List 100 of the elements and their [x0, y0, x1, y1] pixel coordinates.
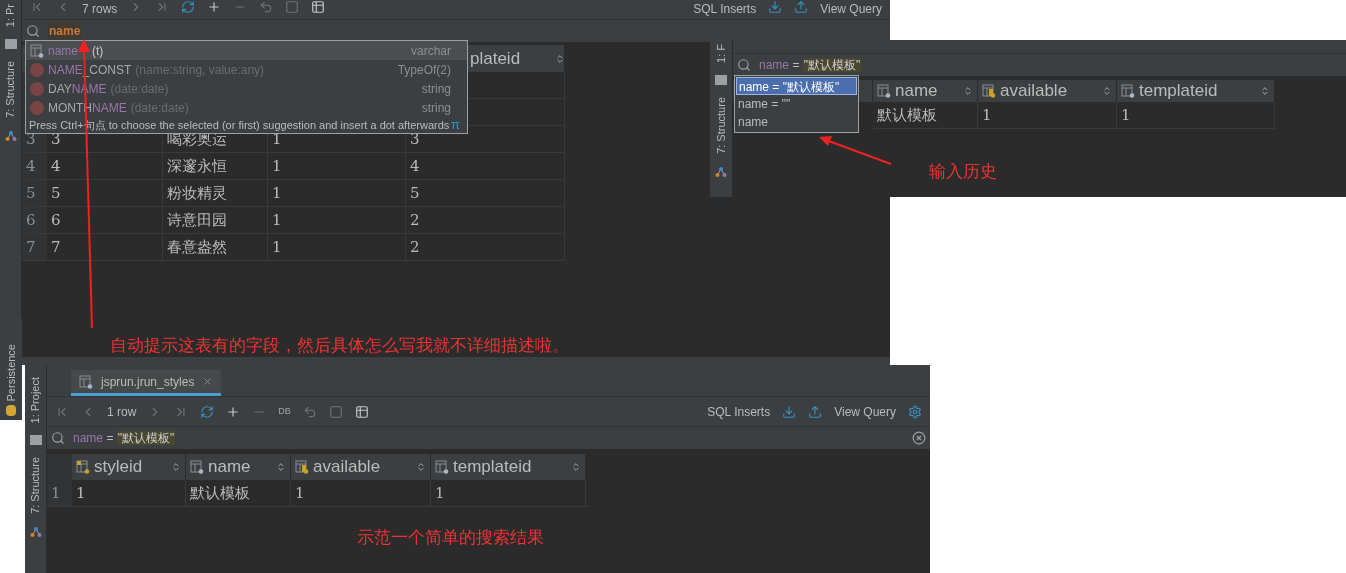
- add-row-icon[interactable]: [207, 0, 222, 14]
- table-cell-text: 默认模板: [877, 104, 937, 126]
- table-cell-text: 6: [51, 209, 61, 231]
- refresh-icon[interactable]: [200, 404, 215, 419]
- stop-icon[interactable]: [328, 404, 343, 419]
- sort-icon[interactable]: [276, 462, 286, 472]
- column-icon: [877, 84, 891, 98]
- add-row-icon[interactable]: [226, 404, 241, 419]
- row-number: 1: [51, 482, 61, 504]
- folder-icon: [715, 74, 727, 85]
- popup-hint-symbol[interactable]: π: [451, 115, 464, 135]
- suggestion-item[interactable]: name (t) varchar: [26, 41, 467, 60]
- upload-icon[interactable]: [808, 404, 823, 419]
- column-header[interactable]: name: [873, 80, 978, 102]
- table-cell-text: 1: [272, 236, 282, 258]
- filter-field[interactable]: name = "默认模板": [73, 429, 176, 447]
- sql-inserts-button[interactable]: SQL Inserts: [707, 402, 771, 421]
- sql-inserts-button[interactable]: SQL Inserts: [693, 0, 757, 18]
- function-icon: [30, 100, 44, 115]
- table-view-icon[interactable]: [354, 404, 369, 419]
- sort-icon[interactable]: [1260, 86, 1270, 96]
- table-cell-text: 诗意田园: [167, 209, 227, 231]
- indexed-column-icon: [982, 84, 996, 98]
- annotation: 示范一个简单的搜索结果: [357, 527, 544, 549]
- refresh-icon[interactable]: [181, 0, 196, 14]
- column-header[interactable]: available: [291, 454, 431, 480]
- column-icon: [190, 460, 204, 474]
- indexed-column-icon: [295, 460, 309, 474]
- table-cell-text: 1: [295, 482, 305, 504]
- history-item[interactable]: name: [736, 113, 857, 131]
- column-header[interactable]: templateid: [1117, 80, 1275, 102]
- clear-icon[interactable]: [912, 431, 926, 445]
- editor-tab[interactable]: jsprun.jrun_styles: [71, 370, 222, 396]
- table-cell-text: 1: [272, 155, 282, 177]
- function-icon: [30, 62, 44, 77]
- search-icon[interactable]: [51, 431, 65, 445]
- database-icon: [6, 405, 16, 416]
- folder-icon: [29, 435, 42, 446]
- table-cell-text: 粉妆精灵: [167, 182, 227, 204]
- table-cell-text: 5: [51, 182, 61, 204]
- side-tab[interactable]: 7: Structure: [27, 457, 44, 515]
- filter-field[interactable]: name = "默认模板": [759, 56, 862, 74]
- hierarchy-icon: [29, 526, 42, 539]
- download-icon[interactable]: [768, 0, 783, 14]
- column-header[interactable]: available: [978, 80, 1117, 102]
- side-tab[interactable]: 1: F: [712, 44, 730, 63]
- row-count: 7 rows: [82, 1, 118, 18]
- table-cell-text: 默认模板: [190, 482, 250, 504]
- view-query-button[interactable]: View Query: [834, 402, 896, 421]
- side-tab[interactable]: 1: Pr: [2, 4, 19, 28]
- side-tab[interactable]: 7: Structure: [2, 61, 19, 119]
- column-header[interactable]: name: [186, 454, 291, 480]
- column-header[interactable]: styleid: [72, 454, 186, 480]
- search-icon[interactable]: [737, 58, 751, 72]
- column-icon: [435, 460, 449, 474]
- column-header[interactable]: templateid: [431, 454, 586, 480]
- annotation: 自动提示这表有的字段，然后具体怎么写我就不详细描述啦。: [110, 335, 569, 357]
- sort-icon[interactable]: [416, 462, 426, 472]
- table-cell-text: 1: [272, 182, 282, 204]
- row-number: 4: [26, 155, 36, 177]
- side-tab[interactable]: 1: Project: [27, 377, 44, 424]
- hierarchy-icon: [715, 165, 727, 178]
- folder-icon: [4, 39, 17, 50]
- table-cell-text: 1: [272, 209, 282, 231]
- table-view-icon[interactable]: [311, 0, 326, 14]
- submit-button[interactable]: DB: [278, 407, 291, 416]
- table-cell-text: 1: [76, 482, 86, 504]
- hierarchy-icon: [4, 130, 17, 143]
- table-cell-text: 7: [51, 236, 61, 258]
- settings-icon[interactable]: [908, 404, 922, 419]
- side-tab[interactable]: 7: Structure: [712, 96, 730, 154]
- history-item[interactable]: name = "默认模板": [736, 77, 857, 95]
- close-icon[interactable]: [202, 376, 214, 387]
- row-number: 5: [26, 182, 36, 204]
- sort-icon[interactable]: [171, 462, 181, 472]
- sort-icon[interactable]: [963, 86, 973, 96]
- upload-icon[interactable]: [794, 0, 809, 14]
- annotation: 输入历史: [929, 161, 997, 183]
- column-header[interactable]: plateid: [470, 45, 521, 72]
- table-cell-text: 1: [435, 482, 445, 504]
- first-page-icon[interactable]: [30, 0, 44, 14]
- function-icon: [30, 81, 44, 96]
- search-icon[interactable]: [26, 24, 40, 38]
- sort-icon[interactable]: [571, 462, 581, 472]
- sort-icon[interactable]: [555, 53, 565, 64]
- table-cell-text: 深邃永恒: [167, 155, 227, 177]
- row-count: 1 row: [107, 403, 137, 421]
- revert-icon[interactable]: [302, 404, 317, 419]
- sort-icon[interactable]: [1102, 86, 1112, 96]
- table-cell-text: 1: [1121, 104, 1131, 126]
- stop-icon[interactable]: [285, 0, 300, 14]
- column-icon: [30, 43, 44, 58]
- history-item[interactable]: name = "": [736, 95, 857, 113]
- revert-icon[interactable]: [259, 0, 274, 14]
- view-query-button[interactable]: View Query: [820, 0, 882, 18]
- table-cell-text: 5: [410, 182, 420, 204]
- filter-field[interactable]: name: [48, 22, 82, 40]
- download-icon[interactable]: [782, 404, 797, 419]
- table-cell-text: 2: [410, 236, 420, 258]
- table-cell-text: 2: [410, 209, 420, 231]
